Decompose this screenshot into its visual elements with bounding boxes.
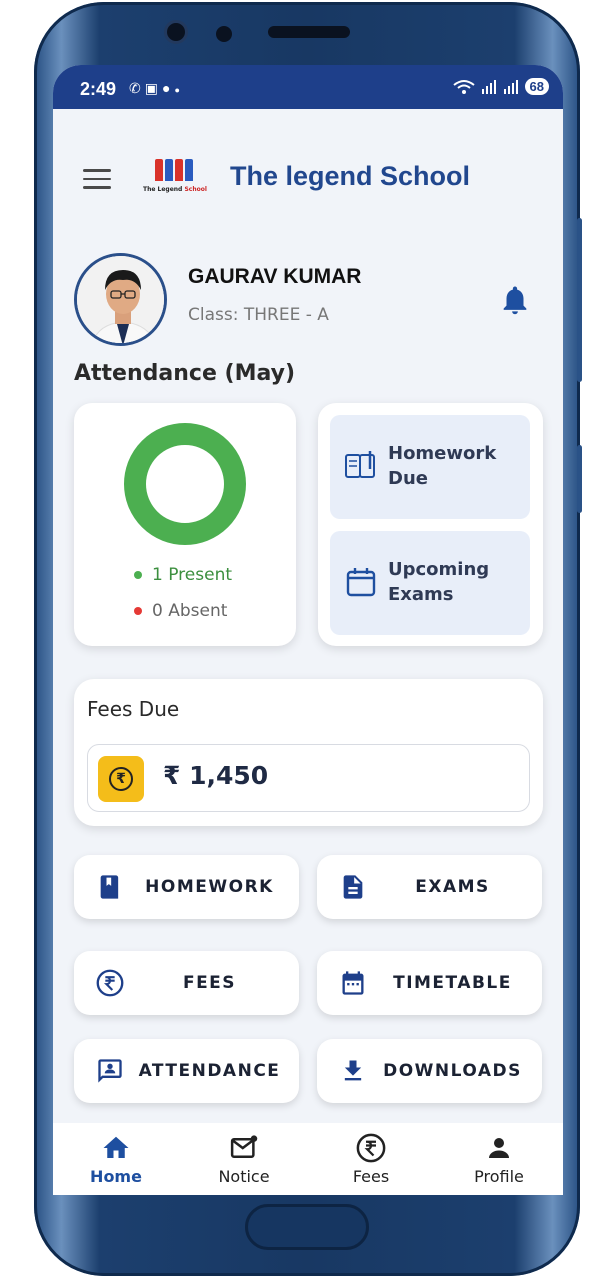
app-header: The Legend School The legend School: [53, 155, 563, 203]
document-icon: [343, 875, 363, 899]
student-name: GAURAV KUMAR: [188, 265, 362, 288]
attendance-label: ATTENDANCE: [138, 1061, 281, 1081]
school-name: The legend School: [230, 161, 471, 191]
wifi-icon: [452, 79, 475, 94]
attendance-donut-chart: [124, 423, 246, 545]
homework-due-label: Homework Due: [388, 443, 497, 489]
power-button: [577, 445, 582, 513]
nav-fees-label: Fees: [352, 1167, 390, 1186]
homework-book-icon: [345, 451, 375, 478]
fees-due-card[interactable]: Fees Due ₹ ₹ 1,450: [74, 679, 543, 826]
logo-text: The Legend: [143, 186, 183, 193]
present-label: 1 Present: [152, 565, 233, 585]
front-camera: [164, 20, 188, 44]
nav-fees[interactable]: Fees: [316, 1133, 426, 1186]
battery-indicator: 68: [524, 78, 549, 95]
download-icon: [344, 1060, 362, 1081]
chat-icon: ●: [161, 80, 175, 96]
exams-label: EXAMS: [415, 877, 490, 897]
status-time: 2:49: [80, 79, 117, 99]
due-summary-card: Homework Due Upcoming Exams: [318, 403, 543, 646]
nav-home-label: Home: [90, 1167, 142, 1186]
student-class: Class: THREE - A: [188, 305, 329, 325]
rupee-coin-icon: ₹: [98, 756, 144, 802]
logo-text-red: School: [184, 186, 207, 193]
rupee-symbol: ₹: [109, 767, 133, 791]
school-logo: The Legend School: [143, 159, 207, 199]
phone-call-icon: ✆: [129, 80, 145, 96]
volume-button: [577, 218, 582, 382]
sim-icon: ▣: [144, 80, 162, 96]
calendar-icon: [342, 971, 364, 995]
absent-dot: [134, 607, 142, 615]
mail-icon: [230, 1135, 258, 1158]
present-dot: [134, 571, 142, 579]
homework-button[interactable]: HOMEWORK: [74, 855, 299, 919]
home-hardware-button[interactable]: [245, 1204, 369, 1250]
present-legend: 1 Present: [134, 565, 232, 585]
person-icon: [489, 1138, 509, 1158]
signal-icon: [503, 79, 518, 94]
fees-due-title: Fees Due: [87, 697, 180, 721]
fees-label: FEES: [182, 973, 237, 993]
homework-label: HOMEWORK: [145, 877, 274, 897]
calendar-icon: [346, 568, 376, 597]
status-right-icons: 68: [452, 78, 549, 95]
rupee-icon: [356, 1133, 386, 1163]
homework-due-tile[interactable]: Homework Due: [330, 415, 530, 519]
upcoming-exams-label: Upcoming Exams: [388, 559, 490, 605]
timetable-button[interactable]: TIMETABLE: [317, 951, 542, 1015]
hamburger-menu-icon[interactable]: [83, 169, 111, 189]
fees-amount: ₹ 1,450: [163, 761, 269, 790]
nav-notice[interactable]: Notice: [189, 1133, 299, 1186]
status-notification-icons: ✆▣●●: [129, 80, 184, 97]
exams-button[interactable]: EXAMS: [317, 855, 542, 919]
avatar[interactable]: [74, 253, 167, 346]
app-screen: 2:49 ✆▣●● 68 The Legend School The legen…: [53, 65, 563, 1195]
nav-profile-label: Profile: [474, 1167, 524, 1186]
upcoming-exams-tile[interactable]: Upcoming Exams: [330, 531, 530, 635]
downloads-button[interactable]: DOWNLOADS: [317, 1039, 542, 1103]
nav-notice-label: Notice: [218, 1167, 270, 1186]
attendance-button[interactable]: ATTENDANCE: [74, 1039, 299, 1103]
bottom-navigation: Home Notice Fees Profile: [53, 1123, 563, 1195]
bell-icon[interactable]: [498, 283, 532, 317]
earpiece-speaker: [268, 26, 350, 38]
person-card-icon: [98, 1059, 122, 1083]
attendance-card[interactable]: 1 Present 0 Absent: [74, 403, 296, 646]
fees-button[interactable]: FEES: [74, 951, 299, 1015]
attendance-title: Attendance (May): [74, 361, 296, 386]
fees-amount-box: ₹ ₹ 1,450: [87, 744, 530, 812]
home-icon: [103, 1136, 129, 1158]
nav-home[interactable]: Home: [61, 1133, 171, 1186]
rupee-icon: [96, 969, 124, 997]
sensor: [216, 26, 232, 42]
dot-icon: ●: [174, 85, 184, 95]
student-profile: GAURAV KUMAR Class: THREE - A: [53, 253, 563, 348]
timetable-label: TIMETABLE: [393, 973, 512, 993]
book-icon: [100, 875, 119, 899]
status-bar: 2:49 ✆▣●● 68: [53, 65, 563, 109]
downloads-label: DOWNLOADS: [383, 1061, 522, 1081]
absent-label: 0 Absent: [152, 601, 228, 621]
absent-legend: 0 Absent: [134, 601, 227, 621]
nav-profile[interactable]: Profile: [444, 1133, 554, 1186]
signal-icon: [481, 79, 496, 94]
